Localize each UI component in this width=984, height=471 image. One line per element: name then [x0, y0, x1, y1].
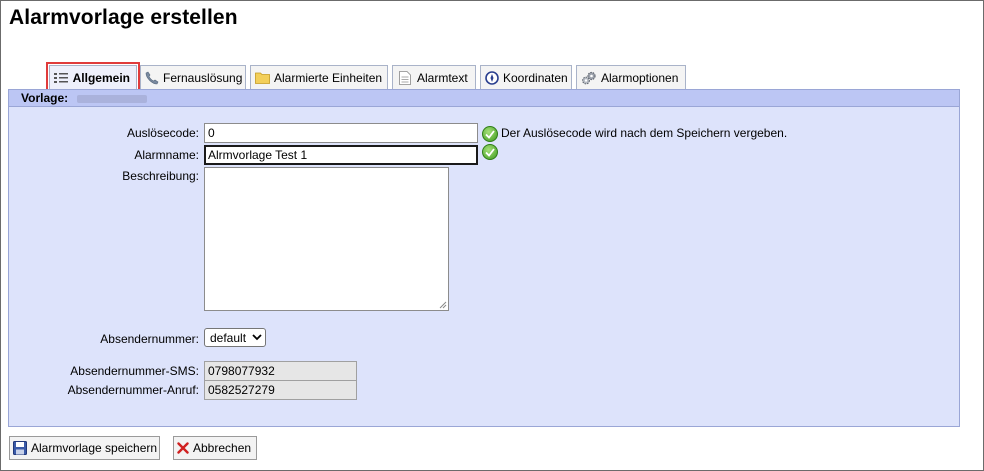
- description-textarea[interactable]: [204, 167, 449, 311]
- trigger-code-hint: Der Auslösecode wird nach dem Speichern …: [501, 126, 788, 140]
- window-frame: Alarmvorlage erstellen Allgemein Fernaus…: [0, 0, 984, 471]
- page-title: Alarmvorlage erstellen: [9, 6, 238, 29]
- save-template-button[interactable]: Alarmvorlage speichern: [9, 436, 160, 460]
- form-panel: Vorlage: Auslösecode: 0 Der Auslösecode …: [8, 89, 960, 427]
- sender-call-label: Absendernummer-Anruf:: [67, 383, 199, 397]
- redacted-template-name: [77, 94, 148, 103]
- tab-label: Alarmierte Einheiten: [274, 70, 383, 85]
- phone-icon: [145, 70, 159, 86]
- save-label: Alarmvorlage speichern: [31, 441, 158, 455]
- chevron-down-icon: [252, 334, 262, 341]
- cancel-label: Abbrechen: [193, 441, 252, 455]
- description-label: Beschreibung:: [122, 169, 199, 183]
- tab-alarmoptionen[interactable]: Alarmoptionen: [576, 65, 686, 89]
- tab-allgemein[interactable]: Allgemein: [46, 62, 140, 92]
- sender-sms-label: Absendernummer-SMS:: [70, 364, 199, 378]
- sender-sms-input[interactable]: 0798077932: [204, 361, 357, 381]
- sender-number-label: Absendernummer:: [100, 332, 199, 346]
- panel-header: Vorlage:: [9, 90, 959, 107]
- trigger-code-label: Auslösecode:: [126, 126, 199, 140]
- check-icon: [482, 126, 498, 142]
- tab-label: Koordinaten: [503, 70, 568, 85]
- template-label: Vorlage:: [21, 91, 69, 105]
- tab-label: Allgemein: [72, 70, 130, 85]
- tab-label: Fernauslösung: [163, 70, 243, 85]
- gears-icon: [581, 70, 597, 86]
- tab-fernausloesung[interactable]: Fernauslösung: [140, 65, 246, 89]
- alarm-name-label: Alarmname:: [134, 148, 199, 162]
- folder-icon: [255, 70, 270, 86]
- alarm-name-input[interactable]: Alrmvorlage Test 1: [204, 145, 478, 165]
- check-icon: [482, 144, 498, 160]
- list-icon: [54, 70, 69, 86]
- close-icon: [177, 440, 189, 456]
- trigger-code-input[interactable]: 0: [204, 123, 478, 143]
- floppy-disk-icon: [13, 440, 27, 456]
- sender-number-selected: default: [210, 330, 247, 345]
- cancel-button[interactable]: Abbrechen: [173, 436, 257, 460]
- tab-alarmtext[interactable]: Alarmtext: [392, 65, 476, 89]
- sender-number-select[interactable]: default: [204, 328, 266, 347]
- resize-grip-icon[interactable]: [439, 301, 447, 309]
- tab-alarmierte-einheiten[interactable]: Alarmierte Einheiten: [250, 65, 388, 89]
- tab-label: Alarmtext: [417, 70, 468, 85]
- compass-icon: [485, 70, 499, 86]
- tab-koordinaten[interactable]: Koordinaten: [480, 65, 572, 89]
- sender-call-input[interactable]: 0582527279: [204, 380, 357, 400]
- document-icon: [397, 70, 413, 86]
- tab-label: Alarmoptionen: [601, 70, 679, 85]
